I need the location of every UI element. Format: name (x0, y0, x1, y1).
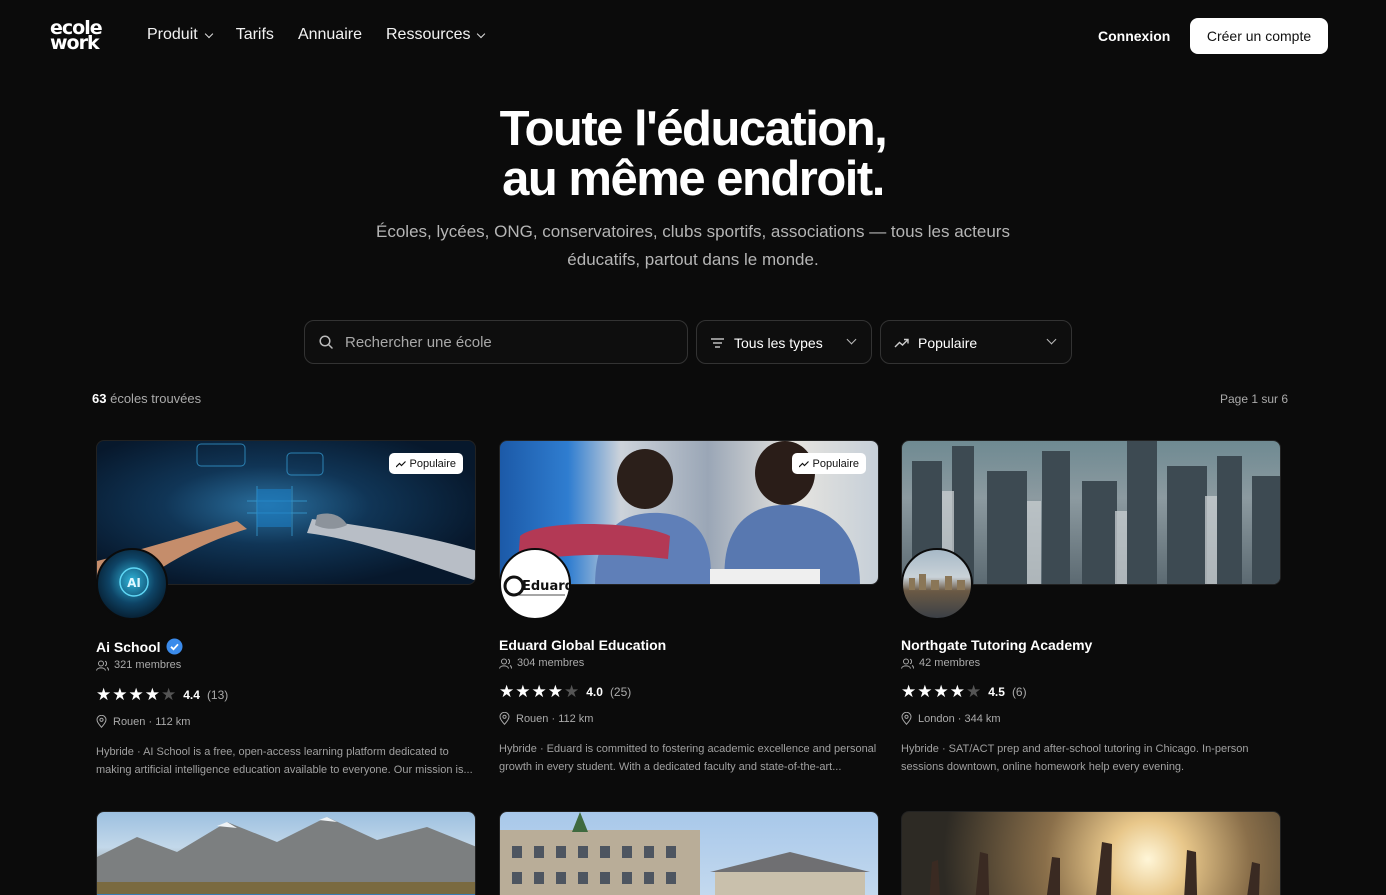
users-icon (499, 658, 512, 669)
star-empty-icon: ★ (564, 682, 580, 701)
chevron-down-icon (1046, 334, 1057, 345)
mountain-lake-photo (97, 817, 475, 895)
top-navbar: ecole work Produit Tarifs Annuaire Resso… (0, 0, 1386, 72)
eduard-logo: Eduard (503, 575, 571, 597)
rating-value: 4.5 (988, 684, 1005, 699)
location: London · 344 km (901, 712, 1001, 725)
search-box (304, 320, 688, 364)
svg-text:AI: AI (127, 576, 141, 590)
city-avatar-photo (909, 574, 965, 590)
trending-up-icon (395, 460, 406, 467)
school-avatar (901, 548, 973, 620)
users-icon (96, 660, 109, 671)
school-description: Hybride · AI School is a free, open-acce… (96, 746, 473, 776)
users-icon (901, 658, 914, 669)
hero-subtitle: Écoles, lycées, ONG, conservatoires, clu… (376, 222, 1010, 269)
svg-text:Eduard: Eduard (522, 579, 571, 594)
location: Rouen · 112 km (499, 712, 593, 725)
map-pin-icon (499, 712, 510, 725)
filter-icon (711, 338, 724, 348)
chevron-down-icon (477, 29, 486, 38)
school-name[interactable]: Northgate Tutoring Academy (901, 637, 1092, 653)
members-count: 321 membres (96, 659, 181, 671)
school-avatar: Eduard (499, 548, 571, 620)
trending-up-icon (894, 338, 909, 348)
popular-badge: Populaire (791, 453, 866, 474)
star-icon: ★ (499, 682, 515, 701)
signup-button[interactable]: Créer un compte (1190, 18, 1328, 54)
type-filter-value: Tous les types (734, 335, 823, 351)
review-count: (13) (206, 687, 229, 702)
rating: ★ ★ ★ ★ ★ 4.0 (25) (499, 683, 631, 700)
popular-badge: Populaire (388, 453, 463, 474)
nav-tarifs[interactable]: Tarifs (236, 26, 274, 44)
school-name[interactable]: Ai School (96, 638, 183, 655)
school-description: Hybride · SAT/ACT prep and after-school … (901, 743, 1249, 773)
chevron-down-icon (846, 334, 857, 345)
members-count: 304 membres (499, 657, 584, 669)
location: Rouen · 112 km (96, 715, 190, 728)
star-icon: ★ (531, 682, 547, 701)
review-count: (25) (609, 684, 632, 699)
rating-value: 4.4 (183, 687, 200, 702)
school-banner-image (499, 811, 879, 895)
page-indicator: Page 1 sur 6 (1220, 392, 1289, 406)
school-building-photo (500, 812, 870, 895)
hero-title-line2: au même endroit. (502, 152, 885, 206)
map-pin-icon (96, 715, 107, 728)
results-count: 63 écoles trouvées (92, 391, 202, 406)
ai-brain-logo: AI (119, 567, 149, 597)
school-name[interactable]: Eduard Global Education (499, 637, 666, 653)
rating-value: 4.0 (586, 684, 603, 699)
school-description: Hybride · Eduard is committed to fosteri… (499, 743, 877, 773)
login-link[interactable]: Connexion (1098, 28, 1170, 44)
star-icon: ★ (112, 685, 128, 704)
ecolework-logo[interactable]: ecole work (50, 19, 114, 55)
sort-select[interactable]: Populaire (880, 320, 1072, 364)
star-icon: ★ (144, 685, 160, 704)
review-count: (6) (1011, 684, 1027, 699)
raised-hands-photo (929, 842, 1260, 895)
type-filter-select[interactable]: Tous les types (696, 320, 872, 364)
hero-title: Toute l'éducation, au même endroit. (0, 104, 1386, 204)
star-empty-icon: ★ (966, 682, 982, 701)
members-count: 42 membres (901, 657, 980, 669)
star-empty-icon: ★ (161, 685, 177, 704)
school-banner-image (96, 811, 476, 895)
star-icon: ★ (128, 685, 144, 704)
verified-badge-icon (166, 638, 183, 655)
nav-links: Produit Tarifs Annuaire Ressources (147, 26, 486, 44)
star-icon: ★ (96, 685, 112, 704)
school-banner-image (901, 811, 1281, 895)
star-icon: ★ (515, 682, 531, 701)
hero-title-line1: Toute l'éducation, (499, 102, 888, 156)
rating: ★ ★ ★ ★ ★ 4.4 (13) (96, 686, 228, 703)
star-icon: ★ (917, 682, 933, 701)
rating: ★ ★ ★ ★ ★ 4.5 (6) (901, 683, 1027, 700)
search-input[interactable] (345, 321, 675, 363)
nav-ressources[interactable]: Ressources (386, 26, 486, 44)
chevron-down-icon (204, 29, 213, 38)
star-icon: ★ (901, 682, 917, 701)
map-pin-icon (901, 712, 912, 725)
school-avatar: AI (96, 548, 168, 620)
nav-produit[interactable]: Produit (147, 26, 213, 44)
trending-up-icon (798, 460, 809, 467)
nav-annuaire[interactable]: Annuaire (298, 26, 362, 44)
star-icon: ★ (547, 682, 563, 701)
star-icon: ★ (933, 682, 949, 701)
search-icon (319, 335, 333, 349)
sort-value: Populaire (918, 335, 978, 351)
star-icon: ★ (949, 682, 965, 701)
